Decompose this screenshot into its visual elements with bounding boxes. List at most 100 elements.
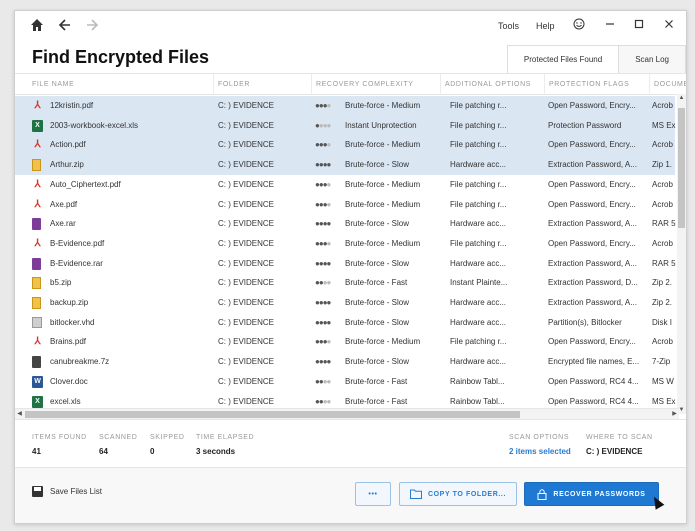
additional-options: Rainbow Tabl...	[450, 376, 505, 386]
table-row[interactable]: B-Evidence.rar C: ) EVIDENCE ●●●● Brute-for…	[15, 254, 676, 274]
protection-flags: Extraction Password, A...	[548, 219, 637, 229]
scanned-value: 64	[99, 447, 108, 456]
pdf-file-icon: ⅄	[34, 237, 41, 249]
scan-options-link[interactable]: 2 items selected	[509, 447, 571, 456]
xls-file-icon: X	[32, 119, 43, 132]
menu-help[interactable]: Help	[536, 21, 555, 31]
folder-path: C: ) EVIDENCE	[218, 199, 275, 209]
file-name: B-Evidence.pdf	[50, 238, 105, 248]
vertical-scroll-thumb[interactable]	[678, 108, 685, 228]
app-window: Tools Help Find Encrypted Files Protecte…	[14, 10, 687, 524]
file-name: Axe.pdf	[50, 199, 78, 209]
additional-options: File patching r...	[450, 179, 507, 189]
folder-icon	[409, 489, 422, 499]
table-row[interactable]: b5.zip C: ) EVIDENCE ●●●● Brute-force - Fas…	[15, 273, 675, 293]
recovery-complexity: Brute-force - Slow	[345, 298, 410, 307]
table-row[interactable]: ⅄ Axe.pdf C: ) EVIDENCE ●●●● Brute-force - M…	[15, 195, 675, 215]
tab-protected-files[interactable]: Protected Files Found	[506, 45, 620, 73]
zip-file-icon	[32, 159, 41, 172]
scan-summary: ITEMS FOUND 41 SCANNED 64 SKIPPED 0 TIME…	[15, 419, 686, 467]
tab-bar: Protected Files Found Scan Log	[506, 45, 686, 73]
file-name: canubreakme.7z	[50, 357, 110, 367]
vertical-scrollbar[interactable]: ▲ ▼	[677, 94, 686, 414]
save-files-list-button[interactable]: Save Files List	[32, 486, 102, 497]
recovery-complexity: Brute-force - Fast	[345, 376, 408, 386]
pdf-file-icon: ⅄	[34, 139, 41, 151]
additional-options: Hardware acc...	[450, 357, 507, 367]
items-found-value: 41	[32, 447, 41, 456]
tab-scan-log[interactable]: Scan Log	[619, 45, 686, 73]
protection-flags: Open Password, Encry...	[548, 140, 636, 150]
complexity-dots: ●●●●	[315, 101, 331, 110]
complexity-dots: ●●●●	[315, 278, 331, 288]
table-row[interactable]: ⅄ Auto_Ciphertext.pdf C: ) EVIDENCE ●●●● Bru…	[15, 175, 675, 195]
scan-options-label: SCAN OPTIONS	[509, 434, 570, 441]
column-header-recovery-complexity[interactable]: RECOVERY COMPLEXITY	[311, 74, 440, 95]
title-bar: Tools Help	[15, 11, 686, 43]
protection-flags: Extraction Password, D...	[548, 278, 638, 288]
protection-flags: Open Password, Encry...	[548, 199, 636, 209]
table-row[interactable]: Arthur.zip C: ) EVIDENCE ●●●● Brute-force -…	[15, 155, 675, 175]
file-name: 12kristin.pdf	[50, 101, 94, 110]
pdf-file-icon: ⅄	[34, 336, 41, 348]
protection-flags: Encrypted file names, E...	[548, 357, 640, 367]
scanned-label: SCANNED	[99, 434, 138, 441]
arrow-right-icon[interactable]	[82, 18, 102, 36]
table-row[interactable]: W Clover.doc C: ) EVIDENCE ●●●● Brute-force …	[15, 372, 675, 392]
maximize-icon[interactable]	[631, 18, 647, 34]
page-title: Find Encrypted Files	[32, 47, 210, 67]
column-header-folder[interactable]: FOLDER	[213, 74, 311, 95]
table-row[interactable]: Axe.rar C: ) EVIDENCE ●●●● Brute-force - Sl…	[15, 214, 676, 234]
table-row[interactable]: ⅄ Brains.pdf C: ) EVIDENCE ●●●● Brute-force …	[15, 332, 675, 352]
time-elapsed-label: TIME ELAPSED	[196, 434, 255, 441]
recovery-complexity: Brute-force - Slow	[345, 317, 410, 327]
recovery-complexity: Brute-force - Medium	[345, 337, 421, 347]
folder-path: C: ) EVIDENCE	[218, 219, 275, 229]
table-row[interactable]: ⅄ B-Evidence.pdf C: ) EVIDENCE ●●●● Brute-fo…	[15, 234, 675, 254]
complexity-dots: ●●●●	[315, 160, 331, 170]
time-elapsed-value: 3 seconds	[196, 447, 236, 456]
where-to-scan-label: WHERE TO SCAN	[586, 434, 653, 441]
table-row[interactable]: bitlocker.vhd C: ) EVIDENCE ●●●● Brute-forc…	[15, 313, 675, 333]
recover-passwords-button[interactable]: RECOVER PASSWORDS	[524, 482, 659, 506]
zip-file-icon	[32, 297, 41, 309]
complexity-dots: ●●●●	[315, 298, 331, 307]
table-row[interactable]: backup.zip C: ) EVIDENCE ●●●● Brute-force -…	[15, 293, 675, 313]
complexity-dots: ●●●●	[315, 317, 331, 327]
horizontal-scrollbar[interactable]: ◀ ▶	[15, 408, 679, 419]
scroll-left-icon[interactable]: ◀	[15, 410, 24, 417]
arrow-left-icon[interactable]	[55, 18, 75, 36]
column-header-protection-flags[interactable]: PROTECTION FLAGS	[544, 74, 649, 95]
folder-path: C: ) EVIDENCE	[218, 120, 275, 130]
minimize-icon[interactable]	[602, 18, 618, 34]
protection-flags: Open Password, Encry...	[548, 337, 636, 347]
rar-file-icon	[32, 257, 41, 270]
column-header-file-name[interactable]: FILE NAME	[28, 74, 215, 95]
home-icon[interactable]	[27, 18, 47, 36]
smiley-icon[interactable]	[571, 18, 587, 34]
column-header-document[interactable]: DOCUME	[649, 74, 686, 95]
menu-tools[interactable]: Tools	[498, 21, 519, 31]
recovery-complexity: Brute-force - Fast	[345, 278, 408, 288]
horizontal-scroll-thumb[interactable]	[25, 411, 520, 418]
folder-path: C: ) EVIDENCE	[218, 298, 275, 307]
save-files-list-label: Save Files List	[50, 487, 103, 496]
complexity-dots: ●●●●	[315, 140, 331, 150]
skipped-label: SKIPPED	[150, 434, 185, 441]
scroll-right-icon[interactable]: ▶	[670, 410, 679, 417]
file-name: Action.pdf	[50, 140, 86, 150]
table-row[interactable]: ⅄ Action.pdf C: ) EVIDENCE ●●●● Brute-force …	[15, 135, 675, 156]
additional-options: File patching r...	[450, 140, 507, 150]
more-options-button[interactable]: •••	[355, 482, 391, 506]
close-icon[interactable]	[661, 18, 677, 34]
protection-flags: Extraction Password, A...	[548, 298, 637, 307]
file-name: Clover.doc	[50, 376, 88, 386]
copy-to-folder-button[interactable]: COPY TO FOLDER...	[399, 482, 517, 506]
file-name: Axe.rar	[50, 219, 76, 229]
table-row[interactable]: ⅄ 12kristin.pdf C: ) EVIDENCE ●●●● Brute-for…	[15, 96, 675, 116]
table-row[interactable]: X 2003-workbook-excel.xls C: ) EVIDENCE ●●●…	[15, 115, 676, 136]
scroll-up-icon[interactable]: ▲	[677, 95, 686, 101]
table-row[interactable]: canubreakme.7z C: ) EVIDENCE ●●●● Brute-for…	[15, 352, 675, 372]
complexity-dots: ●●●●	[315, 238, 331, 248]
column-header-additional-options[interactable]: ADDITIONAL OPTIONS	[440, 74, 544, 95]
